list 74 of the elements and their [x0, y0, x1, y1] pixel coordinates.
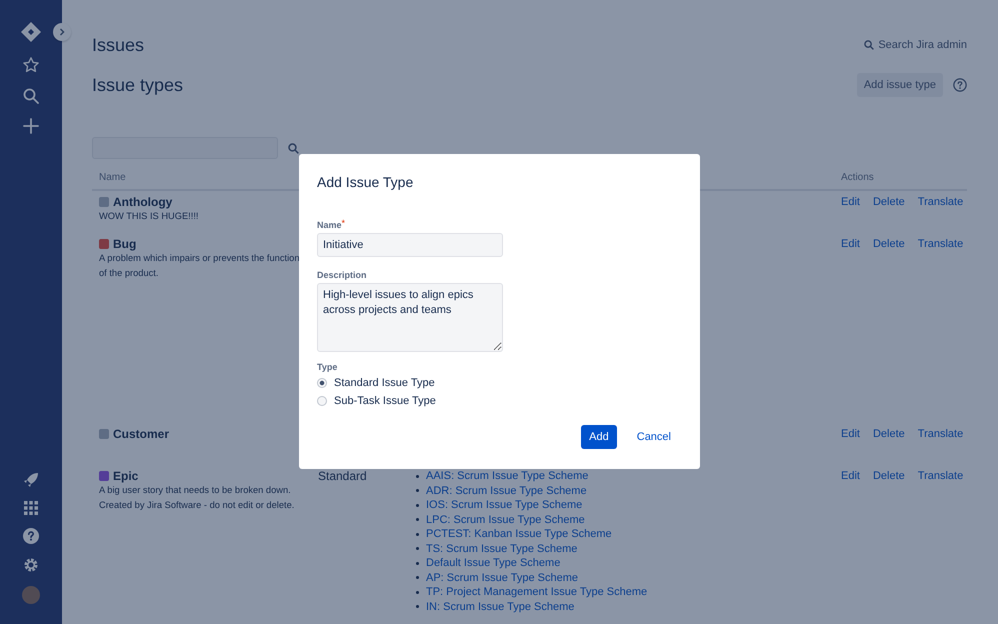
action-link[interactable]: Delete	[872, 428, 905, 440]
scheme-link[interactable]: AAIS: Scrum Issue Type Scheme	[426, 470, 588, 482]
column-header: Actions	[841, 172, 875, 183]
bullet	[416, 605, 419, 608]
rocket-icon[interactable]	[23, 472, 39, 488]
plus-icon[interactable]	[23, 118, 39, 134]
scheme-link[interactable]: TS: Scrum Issue Type Scheme	[426, 542, 578, 555]
issue-type-description: Created by Jira Software - do not edit or delete.	[99, 499, 296, 512]
description-field[interactable]: High-level issues to align epics across projects and teams	[317, 283, 503, 352]
radio-button[interactable]	[317, 396, 327, 406]
issue-type-description: A big user story that needs to be broken down.	[99, 484, 292, 497]
search-admin-link[interactable]: Search Jira admin	[864, 39, 967, 51]
issue-type-name: Anthology	[113, 195, 172, 209]
diamond-logo-icon[interactable]	[21, 22, 41, 42]
bullet	[416, 518, 419, 522]
settings-icon[interactable]	[23, 557, 39, 573]
type-cell: Standard	[318, 469, 367, 483]
required-mark: *	[342, 220, 346, 226]
bullet	[416, 547, 419, 550]
scheme-link[interactable]: TP: Project Management Issue Type Scheme	[426, 586, 648, 598]
bullet	[416, 576, 419, 580]
app-grid-icon[interactable]	[24, 501, 38, 515]
name-field[interactable]: Initiative	[317, 233, 503, 257]
help-icon[interactable]	[23, 528, 39, 544]
field-label: Description	[317, 270, 367, 280]
search-icon[interactable]	[23, 88, 39, 104]
action-link[interactable]: Translate	[918, 196, 964, 208]
issue-type-description: of the product.	[99, 267, 160, 280]
action-link[interactable]: Edit	[841, 196, 860, 208]
radio-label[interactable]: Sub-Task Issue Type	[334, 395, 436, 407]
issue-type-name: Bug	[113, 237, 136, 251]
section-title: Issue types	[92, 74, 184, 96]
action-link[interactable]: Edit	[841, 428, 860, 440]
search-icon	[864, 40, 874, 50]
bullet	[416, 504, 419, 507]
add-issue-type-button[interactable]: Add issue type	[856, 73, 943, 97]
bullet	[416, 562, 419, 565]
chevron-right-icon	[59, 28, 65, 36]
radio-label[interactable]: Standard Issue Type	[334, 377, 435, 389]
scheme-link[interactable]: LPC: Scrum Issue Type Scheme	[426, 514, 585, 526]
column-header: Name	[98, 172, 127, 183]
field-label: Type	[317, 362, 338, 372]
scheme-link[interactable]: AP: Scrum Issue Type Scheme	[426, 572, 578, 584]
action-link[interactable]: Translate	[918, 470, 964, 482]
bullet	[416, 474, 419, 478]
search-icon[interactable]	[288, 142, 299, 154]
action-link[interactable]: Delete	[872, 470, 905, 482]
cancel-link[interactable]: Cancel	[636, 431, 671, 443]
scheme-link[interactable]: IOS: Scrum Issue Type Scheme	[426, 499, 582, 512]
star-icon[interactable]	[22, 56, 40, 74]
bullet	[416, 590, 419, 594]
field-label: Name	[317, 220, 342, 230]
expand-sidebar-button[interactable]	[53, 23, 71, 41]
help-icon[interactable]	[953, 78, 967, 92]
action-link[interactable]: Delete	[872, 238, 905, 250]
bullet	[416, 532, 419, 536]
action-link[interactable]: Translate	[918, 238, 964, 250]
bullet	[416, 489, 419, 492]
page-title: Issues	[92, 34, 144, 56]
add-button[interactable]: Add	[581, 425, 617, 449]
action-link[interactable]: Edit	[841, 470, 860, 482]
scheme-link[interactable]: IN: Scrum Issue Type Scheme	[426, 600, 574, 613]
scheme-link[interactable]: Default Issue Type Scheme	[426, 557, 560, 570]
action-link[interactable]: Delete	[872, 196, 905, 208]
radio-button[interactable]	[317, 378, 327, 388]
issue-type-description: WOW THIS IS HUGE!!!!	[99, 210, 200, 223]
issue-type-name: Epic	[113, 469, 138, 483]
dialog-title: Add Issue Type	[317, 174, 414, 190]
scheme-link[interactable]: PCTEST: Kanban Issue Type Scheme	[426, 528, 612, 540]
issue-type-name: Customer	[113, 427, 170, 441]
action-link[interactable]: Edit	[841, 238, 860, 250]
action-link[interactable]: Translate	[918, 428, 964, 440]
issue-type-description: A problem which impairs or prevents the function	[99, 252, 300, 265]
scheme-link[interactable]: ADR: Scrum Issue Type Scheme	[426, 484, 587, 497]
